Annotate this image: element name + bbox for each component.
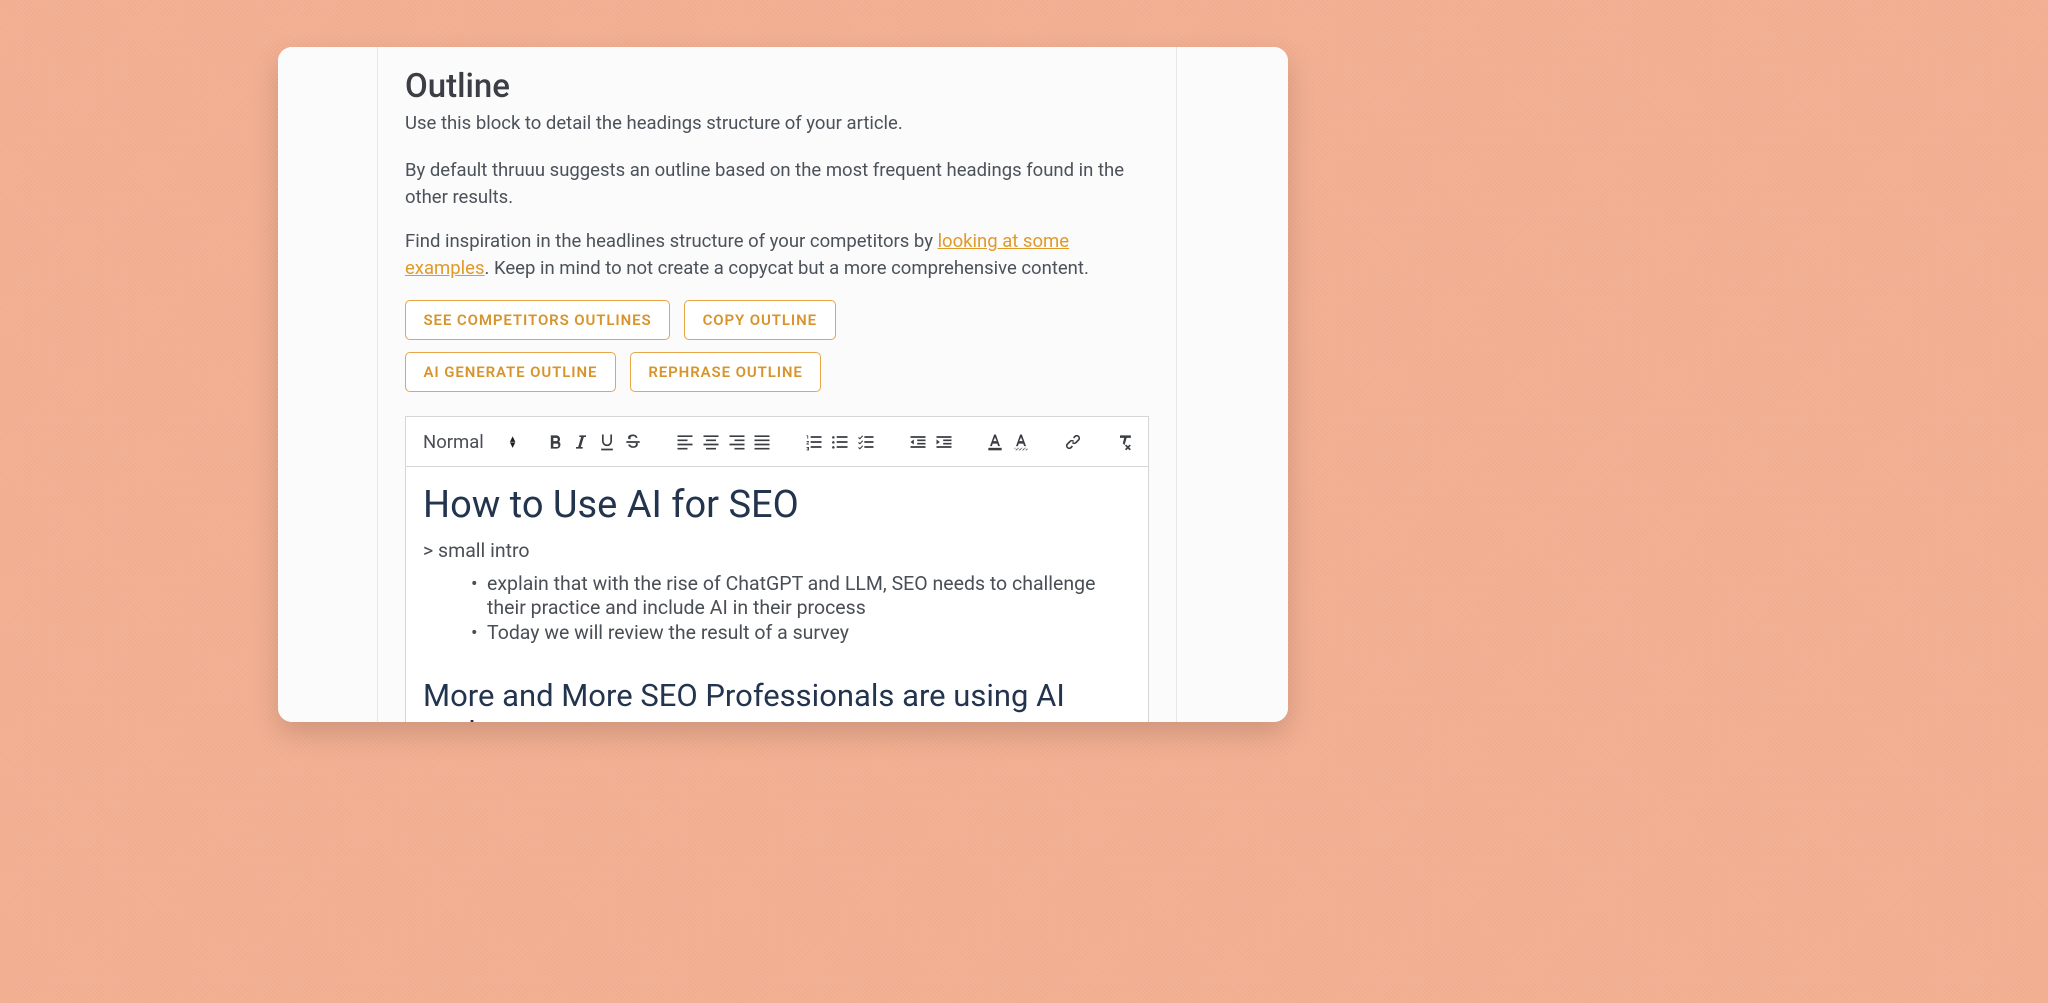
- strikethrough-icon[interactable]: [620, 427, 646, 457]
- link-icon[interactable]: [1060, 427, 1086, 457]
- main-panel: Outline Use this block to detail the hea…: [378, 47, 1176, 722]
- section-paragraph-1: By default thruuu suggests an outline ba…: [405, 157, 1149, 211]
- copy-outline-button[interactable]: COPY OUTLINE: [684, 300, 835, 340]
- left-panel: [278, 47, 378, 722]
- align-justify-icon[interactable]: [749, 427, 775, 457]
- bullet-list-1[interactable]: explain that with the rise of ChatGPT an…: [423, 572, 1131, 645]
- outdent-icon[interactable]: [905, 427, 931, 457]
- editor-content[interactable]: How to Use AI for SEO > small intro expl…: [406, 467, 1148, 722]
- underline-icon[interactable]: [594, 427, 620, 457]
- section-title: Outline: [405, 67, 1149, 106]
- see-competitors-button[interactable]: SEE COMPETITORS OUTLINES: [405, 300, 670, 340]
- highlight-color-icon[interactable]: [1008, 427, 1034, 457]
- section-description: Use this block to detail the headings st…: [405, 110, 1149, 137]
- chevron-updown-icon: ▴▾: [510, 436, 516, 448]
- intro-line[interactable]: > small intro: [423, 539, 1131, 562]
- italic-icon[interactable]: [568, 427, 594, 457]
- paragraph-format-select[interactable]: Normal ▴▾: [416, 431, 522, 453]
- align-center-icon[interactable]: [698, 427, 724, 457]
- list-item[interactable]: explain that with the rise of ChatGPT an…: [475, 572, 1131, 621]
- outline-h1[interactable]: How to Use AI for SEO: [423, 483, 1131, 527]
- checklist-icon[interactable]: [853, 427, 879, 457]
- outline-h2[interactable]: More and More SEO Professionals are usin…: [423, 677, 1131, 722]
- ai-generate-button[interactable]: AI GENERATE OUTLINE: [405, 352, 616, 392]
- editor-card: Outline Use this block to detail the hea…: [278, 47, 1288, 722]
- button-row-1: SEE COMPETITORS OUTLINES COPY OUTLINE: [405, 300, 1149, 340]
- editor-toolbar: Normal ▴▾: [406, 417, 1148, 467]
- ordered-list-icon[interactable]: [801, 427, 827, 457]
- p2-post: . Keep in mind to not create a copycat b…: [485, 257, 1089, 279]
- rephrase-button[interactable]: REPHRASE OUTLINE: [630, 352, 821, 392]
- clear-formatting-icon[interactable]: [1112, 427, 1138, 457]
- indent-icon[interactable]: [931, 427, 957, 457]
- p2-pre: Find inspiration in the headlines struct…: [405, 230, 938, 252]
- format-label: Normal: [423, 431, 484, 453]
- rich-text-editor: Normal ▴▾: [405, 416, 1149, 722]
- list-item[interactable]: Today we will review the result of a sur…: [475, 621, 1131, 645]
- section-paragraph-2: Find inspiration in the headlines struct…: [405, 228, 1149, 282]
- bold-icon[interactable]: [542, 427, 568, 457]
- align-right-icon[interactable]: [724, 427, 750, 457]
- button-row-2: AI GENERATE OUTLINE REPHRASE OUTLINE: [405, 352, 1149, 392]
- unordered-list-icon[interactable]: [827, 427, 853, 457]
- align-left-icon[interactable]: [672, 427, 698, 457]
- text-color-icon[interactable]: [982, 427, 1008, 457]
- right-panel: [1176, 47, 1288, 722]
